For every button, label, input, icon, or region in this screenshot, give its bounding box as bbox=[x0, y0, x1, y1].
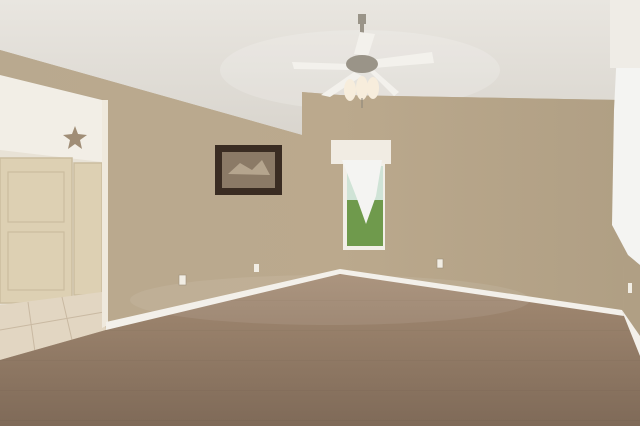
doorway-frame bbox=[102, 100, 108, 328]
closet-door-left bbox=[0, 157, 73, 304]
fan-mount bbox=[358, 14, 366, 24]
floor-sheen bbox=[130, 275, 530, 325]
fan-motor bbox=[346, 55, 378, 73]
outlet-back bbox=[436, 258, 444, 269]
outlet-right bbox=[628, 283, 632, 293]
room-photo bbox=[0, 0, 640, 426]
closet-door-right bbox=[73, 162, 103, 296]
room-scene bbox=[0, 0, 640, 426]
outlet-mid bbox=[254, 264, 259, 272]
fan-light-2 bbox=[356, 76, 368, 100]
fan-light-1 bbox=[344, 79, 356, 101]
right-soffit bbox=[610, 0, 640, 68]
outlet-left bbox=[178, 274, 187, 286]
fan-light-3 bbox=[367, 77, 379, 99]
